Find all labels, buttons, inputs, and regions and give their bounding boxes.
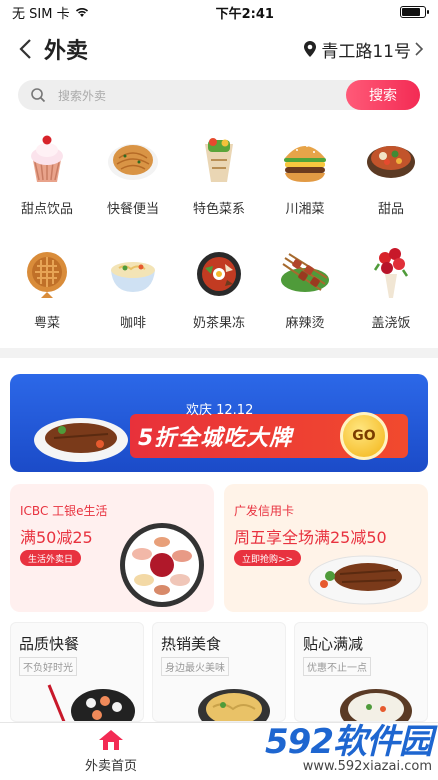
category-coffee[interactable]: 咖啡 [90, 238, 176, 342]
category-fast-food[interactable]: 快餐便当 [90, 124, 176, 228]
section-subtitle: 优惠不止一点 [303, 657, 371, 676]
cupcake-icon [31, 135, 63, 182]
category-milk-tea[interactable]: 奶茶果冻 [176, 238, 262, 342]
category-label: 咖啡 [119, 316, 146, 331]
section-hot-food[interactable]: 热销美食 身边最火美味 [152, 622, 286, 722]
carrier-label: 无 SIM 卡 [12, 6, 70, 22]
category-label: 粤菜 [33, 316, 60, 331]
promo-title: 周五享全场满25减50 [234, 528, 387, 547]
category-sweets[interactable]: 甜品 [348, 124, 434, 228]
sushi-tray-image [47, 684, 135, 721]
section-subtitle: 不负好时光 [19, 657, 77, 676]
tab-label: 外卖首页 [84, 759, 137, 774]
category-dessert-drinks[interactable]: 甜点饮品 [4, 124, 90, 228]
banner-subtitle: 欢庆 12.12 [186, 403, 254, 418]
category-sichuan-hunan[interactable]: 川湘菜 [262, 124, 348, 228]
category-cantonese[interactable]: 粤菜 [4, 238, 90, 342]
cold-cuts-platter-image [120, 523, 204, 607]
home-icon [99, 730, 123, 750]
search-icon [31, 88, 46, 103]
status-time: 下午2:41 [215, 6, 274, 22]
pancake-icon [108, 144, 158, 180]
category-label: 甜点饮品 [20, 202, 73, 217]
search-bar: 搜索外卖 搜索 [18, 80, 420, 110]
promo-tag: ICBC 工银e生活 [20, 504, 108, 518]
section-quality-fastfood[interactable]: 品质快餐 不负好时光 [10, 622, 144, 722]
noodle-bowl-icon [111, 262, 155, 292]
promo-banner[interactable]: 欢庆 12.12 5折全城吃大牌 GO [10, 374, 428, 472]
category-label: 麻辣烫 [285, 316, 325, 331]
watermark-logo: 592软件园 [265, 722, 433, 762]
header-left: 外卖 [14, 33, 88, 65]
bibimbap-icon [197, 252, 241, 296]
category-grid: 甜点饮品 快餐便当 特色菜系 川湘菜 甜品 粤菜 咖啡 奶茶果冻 麻辣烫 盖浇饭 [0, 110, 438, 342]
tab-home[interactable]: 外卖首页 [56, 723, 166, 774]
flowers-icon [373, 248, 409, 298]
screen: 无 SIM 卡 下午2:41 外卖 青工路11号 搜索外卖 搜索 甜点饮品 快餐… [0, 0, 438, 780]
hotpot-icon [367, 146, 415, 178]
category-rice-bowl[interactable]: 盖浇饭 [348, 238, 434, 342]
category-label: 盖浇饭 [371, 316, 411, 331]
chevron-left-icon [19, 39, 31, 59]
section-title: 贴心满减 [303, 635, 364, 653]
promo-card-icbc[interactable]: ICBC 工银e生活 满50减25 生活外卖日 [10, 484, 214, 612]
go-button[interactable]: GO [340, 412, 388, 460]
category-label: 川湘菜 [285, 202, 325, 217]
section-subtitle: 身边最火美味 [161, 657, 229, 676]
promo-card-cgb[interactable]: 广发信用卡 周五享全场满25减50 立即抢购>> [224, 484, 428, 612]
chevron-right-icon [415, 42, 424, 56]
banner-headline: 5折全城吃大牌 [138, 426, 293, 451]
location-pin-icon [304, 41, 317, 57]
category-malatang[interactable]: 麻辣烫 [262, 238, 348, 342]
promo-button[interactable]: 生活外卖日 [20, 550, 82, 566]
category-label: 特色菜系 [192, 202, 245, 217]
steak-dish-image [308, 555, 422, 605]
section-discount[interactable]: 贴心满减 优惠不止一点 [294, 622, 428, 722]
wifi-icon [75, 8, 88, 17]
status-bar: 无 SIM 卡 下午2:41 [0, 0, 438, 24]
page-title: 外卖 [44, 39, 89, 64]
back-button[interactable] [14, 38, 36, 60]
category-label: 甜品 [377, 202, 404, 217]
battery-icon [399, 6, 429, 18]
location-label: 青工路11号 [321, 41, 411, 62]
watermark: 592软件园 www.592xiazai.com [265, 714, 433, 774]
nav-header: 外卖 青工路11号 [0, 24, 438, 74]
category-label: 快餐便当 [106, 202, 159, 217]
promo-cards: ICBC 工银e生活 满50减25 生活外卖日 广发信用卡 周五享全场满25减5… [10, 484, 428, 612]
location-selector[interactable]: 青工路11号 [303, 37, 424, 62]
promo-title: 满50减25 [20, 528, 93, 547]
section-divider [0, 348, 438, 358]
skewers-icon [281, 253, 329, 292]
waffle-icon [27, 252, 67, 298]
steak-plate-image [34, 418, 128, 462]
promo-tag: 广发信用卡 [234, 504, 295, 518]
wrap-icon [205, 138, 233, 182]
status-left: 无 SIM 卡 [12, 3, 90, 22]
burger-icon [284, 145, 326, 182]
promo-button[interactable]: 立即抢购>> [234, 550, 302, 566]
section-title: 品质快餐 [19, 635, 80, 653]
section-title: 热销美食 [161, 635, 222, 653]
category-specialty[interactable]: 特色菜系 [176, 124, 262, 228]
category-label: 奶茶果冻 [192, 316, 245, 331]
search-button[interactable]: 搜索 [346, 80, 420, 110]
feature-sections: 品质快餐 不负好时光 热销美食 身边最火美味 贴心满减 优惠不止一点 [10, 622, 428, 722]
